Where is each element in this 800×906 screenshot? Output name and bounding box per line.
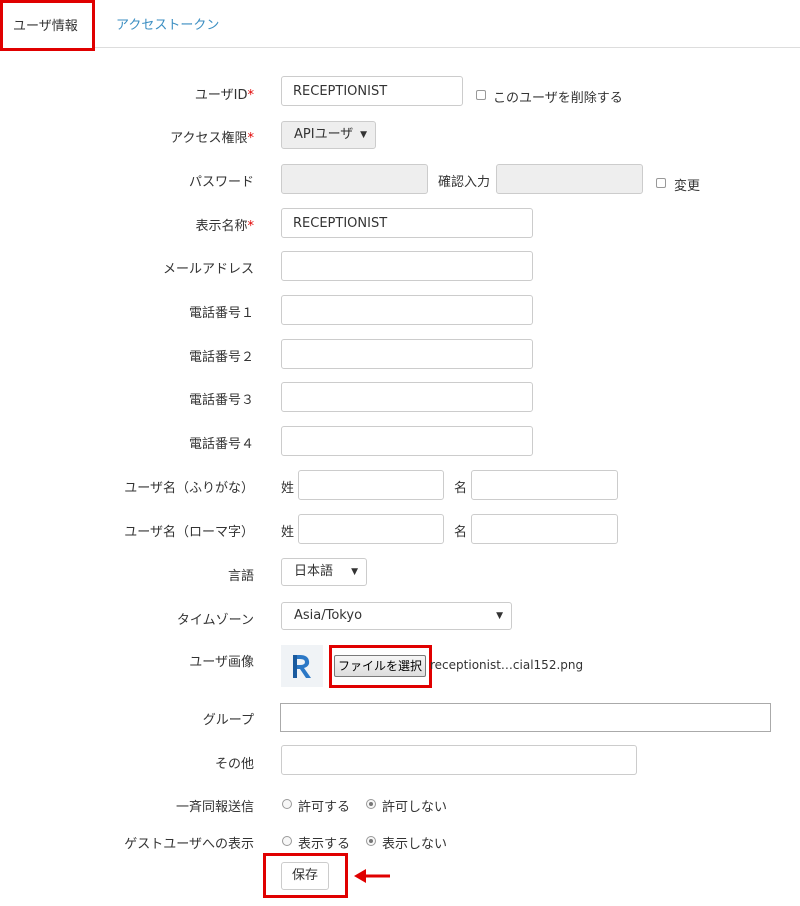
romaji-first-label: 名 xyxy=(454,525,468,540)
chevron-down-icon: ▼ xyxy=(360,130,367,140)
phone4-input[interactable] xyxy=(281,426,533,456)
delete-user-checkbox[interactable] xyxy=(476,90,486,100)
chevron-down-icon: ▼ xyxy=(496,611,503,621)
phone3-label: 電話番号３ xyxy=(188,393,254,408)
group-label: グループ xyxy=(202,713,254,728)
phone3-input[interactable] xyxy=(281,382,533,412)
tab-access-token[interactable]: アクセストークン xyxy=(116,16,219,36)
romaji-last-input[interactable] xyxy=(298,514,444,544)
tab-bar: ユーザ情報 アクセストークン xyxy=(0,0,800,51)
other-label: その他 xyxy=(214,757,254,772)
access-label: アクセス権限* xyxy=(170,131,254,146)
email-input[interactable] xyxy=(281,251,533,281)
user-image-label: ユーザ画像 xyxy=(189,655,254,670)
romaji-name-label: ユーザ名（ローマ字） xyxy=(124,525,254,540)
other-input[interactable] xyxy=(281,745,637,775)
selected-file-name: receptionist…cial152.png xyxy=(430,658,584,672)
kana-first-label: 名 xyxy=(454,481,468,496)
kana-last-input[interactable] xyxy=(298,470,444,500)
display-name-input[interactable] xyxy=(281,208,533,238)
password-input xyxy=(281,164,428,194)
tab-user-info[interactable]: ユーザ情報 xyxy=(0,0,95,51)
phone4-label: 電話番号４ xyxy=(188,437,254,452)
guest-show-label: 表示する xyxy=(298,837,351,852)
broadcast-deny-radio[interactable] xyxy=(366,799,376,809)
delete-user-label: このユーザを削除する xyxy=(493,91,623,106)
change-password-label: 変更 xyxy=(674,179,701,194)
user-avatar-image xyxy=(281,645,323,687)
access-select-value: APIユーザ xyxy=(294,127,354,142)
save-button[interactable]: 保存 xyxy=(281,862,329,890)
kana-name-label: ユーザ名（ふりがな） xyxy=(124,481,254,496)
password-label: パスワード xyxy=(188,175,254,190)
user-id-input[interactable] xyxy=(281,76,463,106)
display-name-label: 表示名称* xyxy=(195,219,254,234)
broadcast-allow-label: 許可する xyxy=(298,800,351,815)
phone2-input[interactable] xyxy=(281,339,533,369)
tab-user-info-label: ユーザ情報 xyxy=(13,19,78,34)
kana-last-label: 姓 xyxy=(281,481,295,496)
phone1-input[interactable] xyxy=(281,295,533,325)
timezone-label: タイムゾーン xyxy=(176,613,254,628)
group-input[interactable] xyxy=(280,703,771,732)
left-arrow-icon xyxy=(354,869,390,883)
r-logo-icon xyxy=(293,655,311,678)
broadcast-allow-radio[interactable] xyxy=(282,799,292,809)
guest-show-radio[interactable] xyxy=(282,836,292,846)
guest-hide-label: 表示しない xyxy=(382,837,448,852)
timezone-select[interactable]: Asia/Tokyo ▼ xyxy=(281,602,512,630)
choose-file-button[interactable]: ファイルを選択 xyxy=(334,655,426,677)
kana-first-input[interactable] xyxy=(471,470,618,500)
password-confirm-label: 確認入力 xyxy=(438,175,491,190)
broadcast-deny-label: 許可しない xyxy=(382,800,448,815)
phone1-label: 電話番号１ xyxy=(188,306,254,321)
user-id-label: ユーザID* xyxy=(194,88,254,103)
romaji-last-label: 姓 xyxy=(281,525,295,540)
language-label: 言語 xyxy=(227,569,254,584)
phone2-label: 電話番号２ xyxy=(188,350,254,365)
guest-display-label: ゲストユーザへの表示 xyxy=(124,837,254,852)
chevron-down-icon: ▼ xyxy=(351,567,358,577)
broadcast-label: 一斉同報送信 xyxy=(175,800,254,815)
language-select-value: 日本語 xyxy=(294,564,334,579)
romaji-first-input[interactable] xyxy=(471,514,618,544)
change-password-checkbox[interactable] xyxy=(656,178,666,188)
language-select[interactable]: 日本語 ▼ xyxy=(281,558,367,586)
email-label: メールアドレス xyxy=(162,262,254,277)
guest-hide-radio[interactable] xyxy=(366,836,376,846)
password-confirm-input xyxy=(496,164,643,194)
timezone-select-value: Asia/Tokyo xyxy=(294,608,363,623)
access-select[interactable]: APIユーザ ▼ xyxy=(281,121,376,149)
